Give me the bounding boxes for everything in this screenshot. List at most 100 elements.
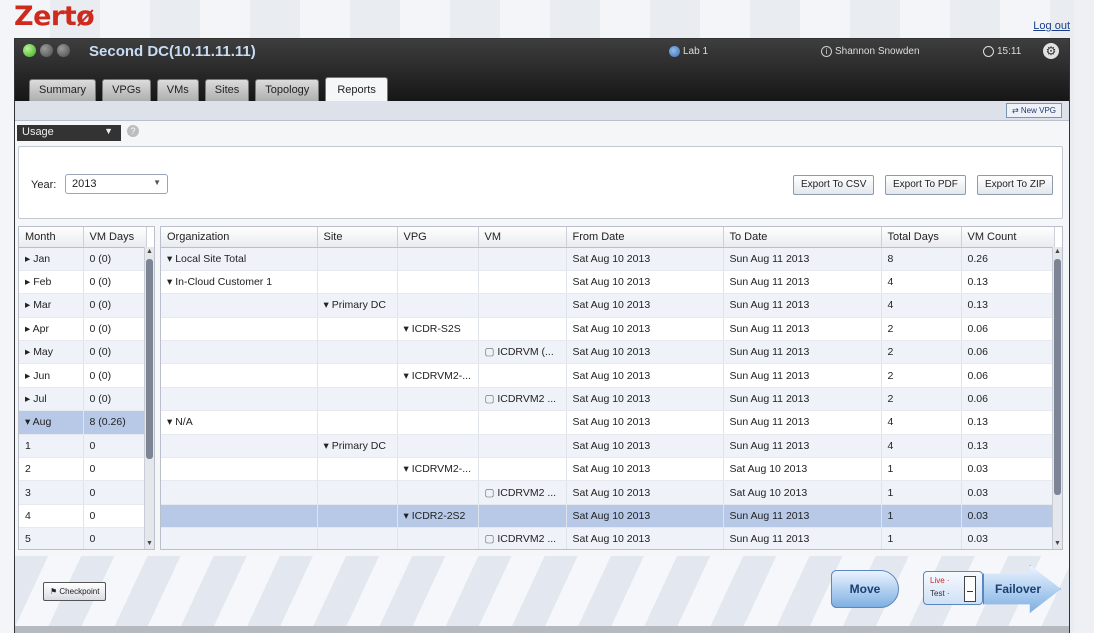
live-test-toggle[interactable]: Live · Test · [923,571,983,605]
month-row[interactable]: 20 [19,457,147,482]
month-row[interactable]: ▸ Apr 0 (0) [19,317,147,342]
move-button[interactable]: Move [831,570,899,608]
from-date-cell: Sat Aug 10 2013 [566,434,724,459]
month-row[interactable]: ▸ Mar 0 (0) [19,293,147,318]
month-row[interactable]: ▸ Jul 0 (0) [19,387,147,412]
usage-row[interactable]: ▾ Primary DC Sat Aug 10 2013 Sun Aug 11 20… [161,293,1055,318]
usage-row[interactable]: ▾ ICDR-S2S Sat Aug 10 2013 Sun Aug 11 2013… [161,317,1055,342]
scroll-down-icon[interactable]: ▼ [145,539,154,549]
tab-vpgs[interactable]: VPGs [102,79,151,101]
month-row[interactable]: 50 [19,527,147,549]
tab-bar: Summary VPGs VMs Sites Topology Reports [29,77,388,101]
column-header-to-date[interactable]: To Date [723,227,882,248]
year-select[interactable]: 2013 ▼ [65,174,168,194]
total-days-cell: 4 [881,270,962,295]
month-row[interactable]: ▸ Jun 0 (0) [19,363,147,388]
month-row[interactable]: 10 [19,434,147,459]
month-row[interactable]: ▸ Feb 0 (0) [19,270,147,295]
new-vpg-button[interactable]: ⇄ New VPG [1005,103,1062,118]
month-row[interactable]: ▸ Jan 0 (0) [19,247,147,271]
usage-row[interactable]: ▢ ICDRVM2 ... Sat Aug 10 2013 Sun Aug 11 2… [161,527,1055,549]
tab-topology[interactable]: Topology [255,79,320,101]
months-grid: Month VM Days ▸ Jan 0 (0) ▸ Feb 0 (0) ▸ Mar 0… [18,226,155,550]
vpg-cell [397,527,479,549]
site-cell [317,270,398,295]
logout-link[interactable]: Log out [1033,20,1070,32]
usage-row[interactable]: ▢ ICDRVM2 ... Sat Aug 10 2013 Sat Aug 10 2… [161,480,1055,505]
new-vpg-label: New VPG [1020,106,1056,115]
column-header-from-date[interactable]: From Date [566,227,724,248]
usage-row[interactable]: ▢ ICDRVM2 ... Sat Aug 10 2013 Sun Aug 11 2… [161,387,1055,412]
vpg-cell: ▾ ICDRVM2-... [397,457,479,482]
column-header-vpg[interactable]: VPG [397,227,479,248]
tab-summary[interactable]: Summary [29,79,97,101]
total-days-cell: 1 [881,480,962,505]
usage-scrollbar[interactable]: ▲ ▼ [1052,247,1062,549]
scroll-up-icon[interactable]: ▲ [1053,247,1062,257]
month-row[interactable]: ▾ Aug 8 (0.26) [19,410,147,435]
gear-icon[interactable]: ⚙ [1043,43,1059,59]
right-margin [1074,0,1094,633]
site-cell [317,480,398,505]
to-date-cell: Sun Aug 11 2013 [723,504,882,529]
scroll-thumb[interactable] [146,259,153,459]
usage-row[interactable]: ▾ ICDR2-2S2 Sat Aug 10 2013 Sun Aug 11 201… [161,504,1055,529]
vm-days-cell: 0 [83,480,147,505]
toggle-switch[interactable] [964,576,976,602]
months-table: Month VM Days ▸ Jan 0 (0) ▸ Feb 0 (0) ▸ Mar 0… [19,227,147,549]
vm-days-cell: 0 [83,457,147,482]
month-cell: ▸ Jun [19,363,84,388]
column-header-organization[interactable]: Organization [161,227,318,248]
from-date-cell: Sat Aug 10 2013 [566,317,724,342]
help-icon[interactable]: ? [127,125,139,137]
scroll-up-icon[interactable]: ▲ [145,247,154,257]
column-header-site[interactable]: Site [317,227,398,248]
month-row[interactable]: 30 [19,480,147,505]
organization-cell [161,317,318,342]
total-days-cell: 4 [881,434,962,459]
months-scrollbar[interactable]: ▲ ▼ [144,247,154,549]
column-header-vm-days[interactable]: VM Days [83,227,147,248]
vm-days-cell: 8 (0.26) [83,410,147,435]
export-zip-button[interactable]: Export To ZIP [977,175,1054,195]
month-row[interactable]: 40 [19,504,147,529]
vm-count-cell: 0.26 [961,247,1055,271]
tab-reports[interactable]: Reports [325,77,388,101]
month-cell: ▸ May [19,340,84,365]
column-header-total-days[interactable]: Total Days [881,227,962,248]
checkpoint-button[interactable]: ⚑ Checkpoint [43,582,107,601]
column-header-vm[interactable]: VM [478,227,567,248]
report-type-select[interactable]: Usage ▼ [17,125,121,141]
from-date-cell: Sat Aug 10 2013 [566,363,724,388]
export-csv-button[interactable]: Export To CSV [793,175,875,195]
vm-cell: ▢ ICDRVM2 ... [478,387,567,412]
usage-row[interactable]: ▾ Local Site Total Sat Aug 10 2013 Sun Aug… [161,247,1055,271]
usage-row[interactable]: ▾ Primary DC Sat Aug 10 2013 Sun Aug 11 20… [161,434,1055,459]
column-header-month[interactable]: Month [19,227,84,248]
organization-cell [161,363,318,388]
usage-row[interactable]: ▢ ICDRVM (... Sat Aug 10 2013 Sun Aug 11 2… [161,340,1055,365]
usage-row[interactable]: ▾ N/A Sat Aug 10 2013 Sun Aug 11 2013 4 0.13 [161,410,1055,435]
total-days-cell: 2 [881,340,962,365]
month-row[interactable]: ▸ May 0 (0) [19,340,147,365]
total-days-cell: 8 [881,247,962,271]
to-date-cell: Sun Aug 11 2013 [723,410,882,435]
vm-count-cell: 0.06 [961,387,1055,412]
export-pdf-button[interactable]: Export To PDF [885,175,966,195]
usage-row[interactable]: ▾ ICDRVM2-... Sat Aug 10 2013 Sun Aug 11 2… [161,363,1055,388]
from-date-cell: Sat Aug 10 2013 [566,340,724,365]
vm-count-cell: 0.13 [961,270,1055,295]
organization-cell: ▾ In-Cloud Customer 1 [161,270,318,295]
organization-cell [161,434,318,459]
scroll-down-icon[interactable]: ▼ [1053,539,1062,549]
status-grey-dot [40,44,53,57]
scroll-thumb[interactable] [1054,259,1061,495]
failover-button[interactable]: Failover [983,565,1061,613]
usage-row[interactable]: ▾ ICDRVM2-... Sat Aug 10 2013 Sat Aug 10 2… [161,457,1055,482]
tab-sites[interactable]: Sites [204,79,250,101]
site-cell [317,317,398,342]
chevron-down-icon: ▼ [153,178,161,187]
usage-row[interactable]: ▾ In-Cloud Customer 1 Sat Aug 10 2013 Sun … [161,270,1055,295]
tab-vms[interactable]: VMs [156,79,199,101]
column-header-vm-count[interactable]: VM Count [961,227,1055,248]
